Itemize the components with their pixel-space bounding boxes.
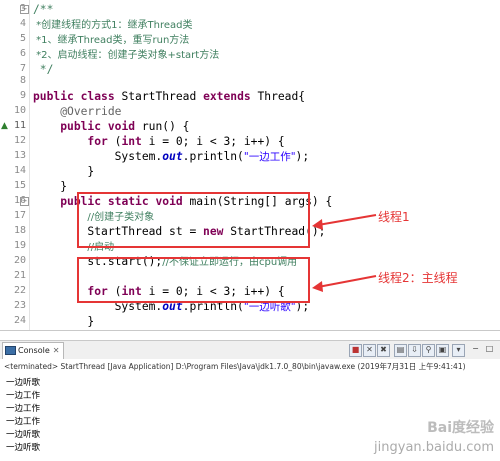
code-text: } <box>87 315 95 328</box>
console-output-line: 一边听歌 <box>6 378 41 388</box>
code-text: System. <box>114 150 163 163</box>
line-number: 14 <box>13 165 26 176</box>
console-output-line: 一边听歌 <box>6 443 41 453</box>
code-line-3: 3 − /** <box>0 2 500 17</box>
line-number: 10 <box>13 105 26 116</box>
code-line-10: 10 @Override <box>0 104 500 119</box>
line-number: 4 <box>19 18 26 29</box>
line-number: 6 <box>19 48 26 59</box>
static-field: out <box>162 150 183 163</box>
clear-console-icon[interactable]: ▤ <box>394 344 407 357</box>
console-output-line: 一边听歌 <box>6 430 41 440</box>
keyword: for <box>87 135 108 148</box>
comment-text: *2、启动线程：创建子类对象+start方法 <box>33 50 220 61</box>
override-marker-icon[interactable]: ▲ <box>1 121 8 131</box>
arrow-thread2-icon <box>312 275 377 292</box>
code-text: } <box>60 180 68 193</box>
fold-icon[interactable]: − <box>20 197 29 206</box>
code-line-24: 24 } <box>0 314 500 329</box>
keyword: extends <box>203 90 251 103</box>
thread1-highlight-box <box>77 192 310 248</box>
thread1-label: 线程1 <box>378 210 410 224</box>
code-text: ); <box>295 150 310 163</box>
line-number: 15 <box>13 180 26 191</box>
line-number: 19 <box>13 240 26 251</box>
code-line-12: 12 for (int i = 0; i < 3; i++) { <box>0 134 500 149</box>
line-number: 20 <box>13 255 26 266</box>
thread2-label: 线程2：主线程 <box>378 271 458 285</box>
console-output-line: 一边工作 <box>6 391 41 401</box>
console-output-line: 一边工作 <box>6 417 41 427</box>
code-line-8: 8 <box>0 74 500 89</box>
code-line-14: 14 } <box>0 164 500 179</box>
comment-text: *1、继承Thread类，重写run方法 <box>33 35 190 46</box>
console-output-area[interactable]: <terminated> StartThread [Java Applicati… <box>0 359 500 461</box>
thread2-highlight-box <box>77 257 310 303</box>
terminated-status: <terminated> StartThread [Java Applicati… <box>4 362 466 371</box>
console-tab[interactable]: Console ✕ <box>2 342 65 359</box>
keyword: int <box>121 135 142 148</box>
minimize-icon[interactable]: − <box>470 344 481 355</box>
code-text: run() { <box>135 120 190 133</box>
fold-icon[interactable]: − <box>20 5 29 14</box>
line-number: 24 <box>13 315 26 326</box>
line-number: 9 <box>19 90 26 101</box>
maximize-icon[interactable]: □ <box>484 344 495 355</box>
line-number: 7 <box>19 63 26 74</box>
watermark-logo: Bai度经验 <box>427 420 494 436</box>
annotation-override: @Override <box>60 105 122 118</box>
keyword: public <box>60 120 102 133</box>
console-icon <box>5 346 16 355</box>
code-text: Thread{ <box>250 90 306 103</box>
close-icon[interactable]: ✕ <box>53 346 60 355</box>
code-line-5: 5 *1、继承Thread类，重写run方法 <box>0 32 500 47</box>
line-number: 22 <box>13 285 26 296</box>
pin-icon[interactable]: ⚲ <box>422 344 435 357</box>
line-number: 5 <box>19 33 26 44</box>
code-text: i = 0; i < 3; i++) { <box>141 135 285 148</box>
remove-all-icon[interactable]: ✖ <box>377 344 390 357</box>
line-number: 23 <box>13 300 26 311</box>
console-toolbar: Console ✕ ■ ✕ ✖ ▤ ⇩ ⚲ ▣ ▾ − □ <box>0 340 500 360</box>
open-console-icon[interactable]: ▾ <box>452 344 465 357</box>
keyword: class <box>80 90 115 103</box>
terminate-icon[interactable]: ■ <box>349 344 362 357</box>
comment-text: *创建线程的方式1：继承Thread类 <box>33 20 193 31</box>
string-literal: "一边工作" <box>243 151 296 163</box>
code-line-4: 4 *创建线程的方式1：继承Thread类 <box>0 17 500 32</box>
class-name: StartThread <box>114 90 204 103</box>
line-number: 17 <box>13 210 26 221</box>
console-output-line: 一边工作 <box>6 404 41 414</box>
code-line-11: 11 ▲ public void run() { <box>0 119 500 134</box>
scroll-lock-icon[interactable]: ⇩ <box>408 344 421 357</box>
code-text: .println( <box>182 150 244 163</box>
console-tab-label: Console <box>18 346 50 355</box>
code-line-6: 6 *2、启动线程：创建子类对象+start方法 <box>0 47 500 62</box>
line-number: 12 <box>13 135 26 146</box>
arrow-thread1-icon <box>312 214 377 230</box>
line-number: 13 <box>13 150 26 161</box>
watermark-url: jingyan.baidu.com <box>374 440 494 455</box>
remove-launch-icon[interactable]: ✕ <box>363 344 376 357</box>
code-text: ( <box>107 135 122 148</box>
comment-text: /** <box>33 3 54 16</box>
keyword: public <box>33 90 74 103</box>
display-selected-icon[interactable]: ▣ <box>436 344 449 357</box>
keyword: void <box>107 120 136 133</box>
line-number: 18 <box>13 225 26 236</box>
code-line-9: 9 public class StartThread extends Threa… <box>0 89 500 104</box>
code-line-13: 13 System.out.println("一边工作"); <box>0 149 500 164</box>
line-number: 8 <box>19 75 26 86</box>
code-text: } <box>87 165 95 178</box>
line-number: 21 <box>13 270 26 281</box>
